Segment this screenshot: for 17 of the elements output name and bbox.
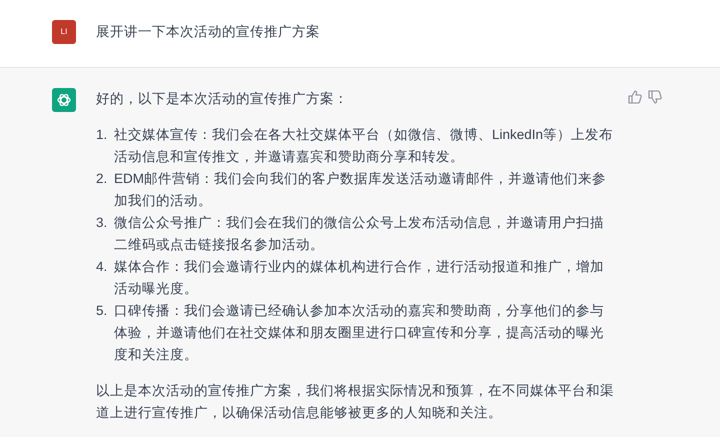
list-item-text: 微信公众号推广：我们会在我们的微信公众号上发布活动信息，并邀请用户扫描二维码或点击链接报名参加活动。 (114, 214, 605, 254)
list-number: 3. (96, 214, 108, 232)
list-number: 2. (96, 170, 108, 188)
list-number: 5. (96, 302, 108, 320)
thumbs-down-icon[interactable] (648, 90, 662, 104)
list-item-text: 媒体合作：我们会邀请行业内的媒体机构进行合作，进行活动报道和推广，增加活动曝光度。 (114, 258, 605, 298)
list-item-text: 口碑传播：我们会邀请已经确认参加本次活动的嘉宾和赞助商，分享他们的参与体验，并邀请他们在社交媒体和朋友圈里进行口碑宣传和分享，提高活动的曝光度和关注度。 (114, 302, 605, 364)
list-item-text: 社交媒体宣传：我们会在各大社交媒体平台（如微信、微博、LinkedIn等）上发布活动信息和宣传推文，并邀请嘉宾和赞助商分享和转发。 (114, 126, 614, 166)
list-number: 4. (96, 258, 108, 276)
user-avatar: LI (52, 20, 76, 44)
list-number: 1. (96, 126, 108, 144)
assistant-closing: 以上是本次活动的宣传推广方案，我们将根据实际情况和预算，在不同媒体平台和渠道上进行宣传推广，以确保活动信息能够被更多的人知晓和关注。 (96, 382, 615, 422)
user-message: 展开讲一下本次活动的宣传推广方案 (96, 23, 320, 41)
thumbs-up-icon[interactable] (628, 90, 642, 104)
list-item-text: EDM邮件营销：我们会向我们的客户数据库发送活动邀请邮件，并邀请他们来参加我们的活动。 (114, 170, 607, 210)
assistant-avatar (52, 88, 76, 112)
assistant-intro: 好的，以下是本次活动的宣传推广方案： (96, 90, 349, 108)
